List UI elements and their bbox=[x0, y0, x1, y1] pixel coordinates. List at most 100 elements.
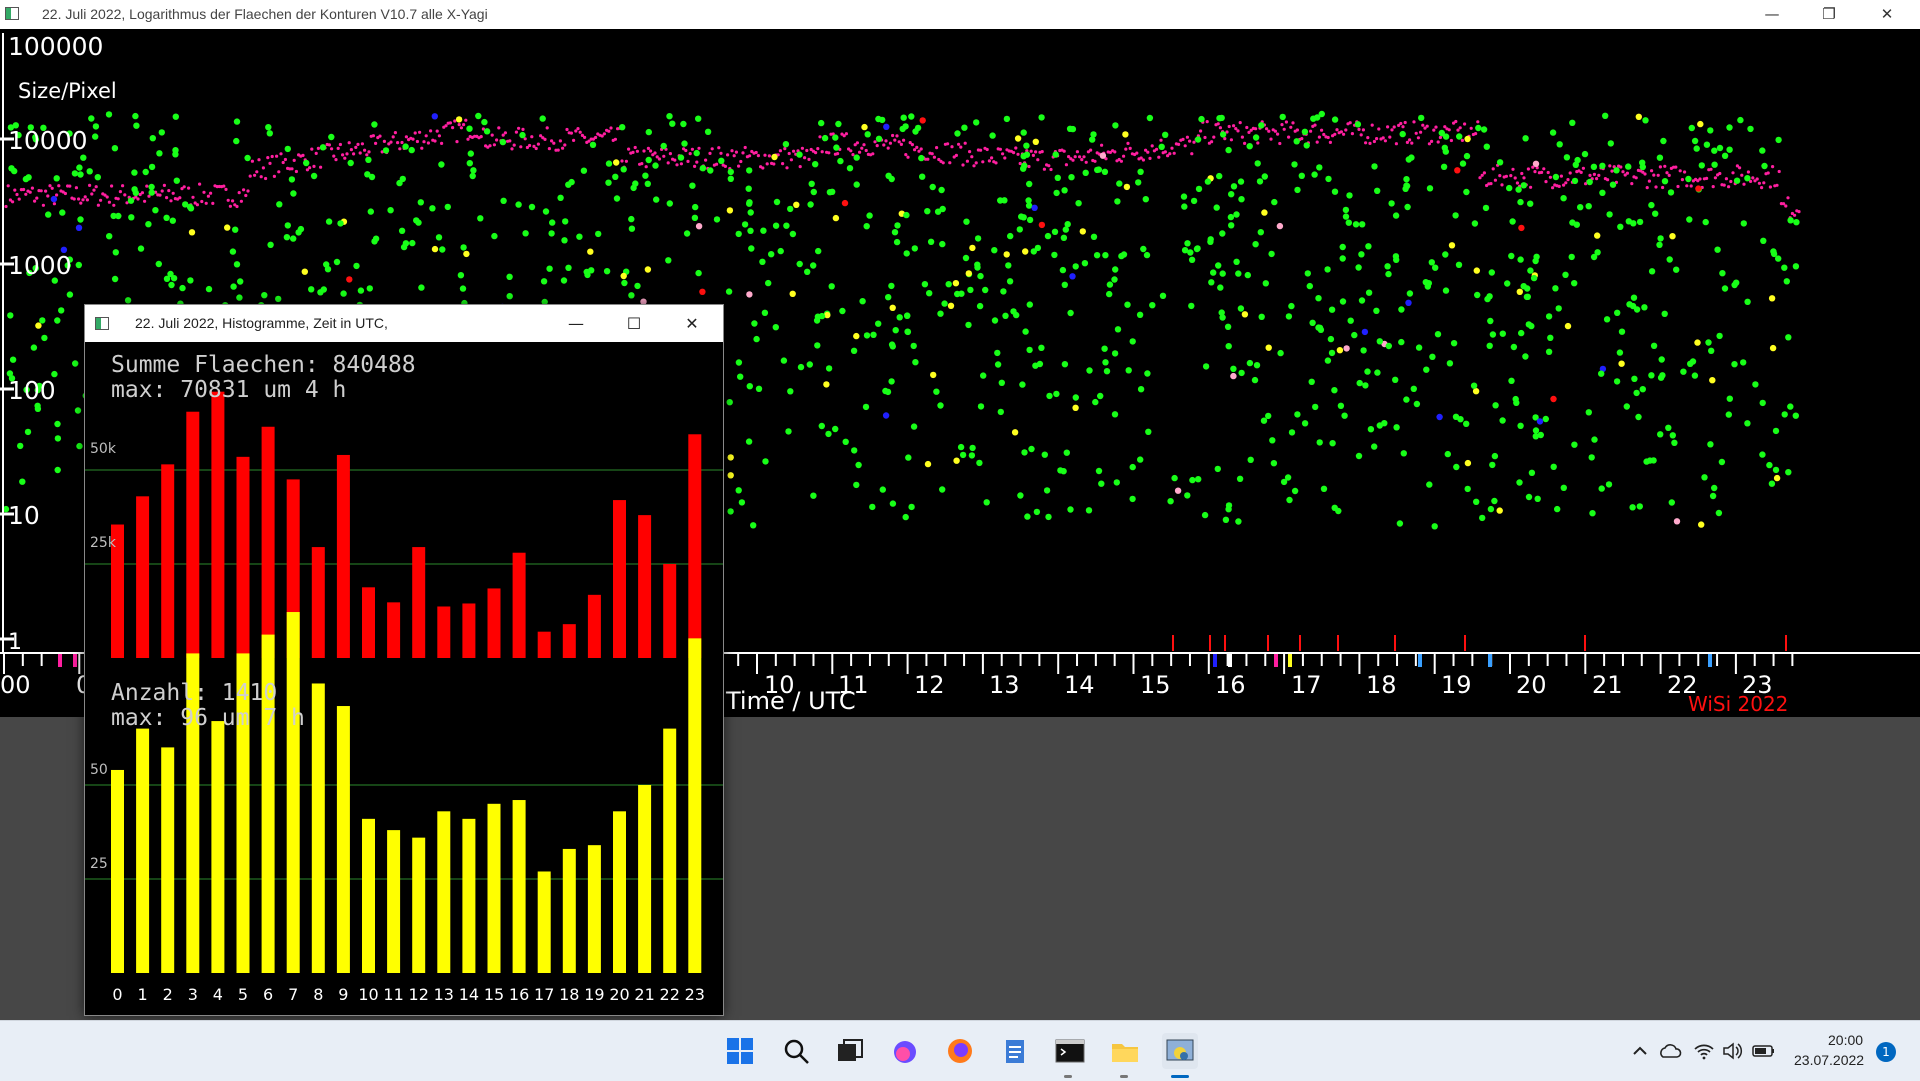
series-point-magenta bbox=[33, 199, 37, 203]
series-point-meteor bbox=[1112, 266, 1119, 273]
series-point-meteor bbox=[783, 222, 790, 229]
series-point-meteor bbox=[1180, 193, 1188, 200]
series-point-magenta bbox=[1559, 174, 1563, 178]
firefox-icon[interactable] bbox=[942, 1033, 978, 1069]
main-window-titlebar[interactable]: 22. Juli 2022, Logarithmus der Flaechen … bbox=[0, 0, 1920, 29]
series-point-magenta bbox=[1645, 186, 1649, 190]
series-point-magenta bbox=[543, 137, 547, 141]
series-point-magenta bbox=[1071, 158, 1075, 162]
series-point-magenta bbox=[1124, 147, 1128, 151]
series-point-meteor bbox=[850, 347, 858, 354]
series-point-meteor bbox=[1707, 127, 1714, 134]
series-point-meteor bbox=[1129, 463, 1136, 471]
series-point-meteor bbox=[953, 457, 960, 464]
series-point-meteor bbox=[1685, 175, 1692, 183]
series-point-magenta bbox=[1348, 121, 1352, 125]
python-app-icon[interactable] bbox=[1162, 1033, 1198, 1069]
series-point-meteor bbox=[1233, 211, 1240, 218]
series-point-meteor bbox=[782, 141, 790, 148]
minimize-button[interactable]: — bbox=[1749, 0, 1795, 29]
series-point-meteor bbox=[1371, 163, 1378, 170]
series-point-meteor bbox=[1405, 156, 1413, 163]
histogram-minimize-button[interactable]: — bbox=[547, 305, 605, 342]
series-point-magenta bbox=[979, 148, 983, 152]
series-point-magenta bbox=[354, 145, 358, 149]
python-active-indicator bbox=[1171, 1075, 1189, 1078]
series-point-magenta bbox=[336, 146, 340, 150]
series-point-magenta bbox=[448, 121, 452, 125]
series-point-meteor bbox=[1033, 508, 1041, 516]
onedrive-cloud-icon[interactable] bbox=[1652, 1033, 1688, 1069]
series-point-meteor bbox=[1043, 487, 1051, 494]
series-point-magenta bbox=[1597, 173, 1601, 177]
battery-icon[interactable] bbox=[1746, 1033, 1782, 1069]
series-point-meteor bbox=[145, 221, 152, 228]
series-point-meteor bbox=[937, 310, 944, 317]
series-point-magenta bbox=[1416, 136, 1420, 140]
series-point-magenta bbox=[1680, 178, 1684, 182]
search-icon[interactable] bbox=[778, 1033, 814, 1069]
series-point-meteor bbox=[1657, 431, 1664, 438]
series-point-magenta bbox=[717, 146, 721, 150]
series-point-meteor bbox=[746, 167, 753, 174]
series-point-magenta bbox=[743, 145, 747, 150]
clock-date[interactable]: 23.07.2022 bbox=[1794, 1052, 1864, 1068]
series-point-magenta bbox=[902, 138, 906, 142]
series-point-magenta bbox=[92, 188, 96, 192]
series-point-meteor bbox=[810, 262, 817, 269]
series-point-magenta bbox=[1427, 142, 1431, 146]
restore-button[interactable]: ❐ bbox=[1806, 0, 1852, 29]
task-view-icon[interactable] bbox=[832, 1033, 868, 1069]
series-point-meteor bbox=[1256, 178, 1264, 185]
histogram-close-button[interactable]: ✕ bbox=[663, 305, 721, 342]
series-point-magenta bbox=[1276, 132, 1280, 136]
series-point-meteor bbox=[1208, 279, 1215, 286]
series-point-meteor bbox=[1442, 251, 1449, 258]
series-point-meteor bbox=[793, 201, 800, 208]
terminal-icon[interactable] bbox=[1052, 1033, 1088, 1069]
series-point-meteor bbox=[833, 144, 840, 151]
series-point-meteor bbox=[1261, 209, 1268, 216]
histogram-maximize-button[interactable]: ☐ bbox=[605, 305, 663, 342]
series-point-meteor bbox=[1656, 241, 1663, 248]
series-point-magenta bbox=[28, 190, 32, 194]
series-point-meteor bbox=[846, 165, 854, 172]
series-point-magenta bbox=[52, 202, 57, 206]
notification-badge[interactable]: 1 bbox=[1876, 1042, 1896, 1062]
series-point-meteor bbox=[1698, 162, 1706, 169]
close-button[interactable]: ✕ bbox=[1864, 0, 1910, 29]
max-count-text: max: 96 um 7 h bbox=[111, 705, 305, 731]
series-point-meteor bbox=[1693, 145, 1700, 152]
clock-time[interactable]: 20:00 bbox=[1828, 1032, 1863, 1048]
series-point-meteor bbox=[1225, 502, 1233, 509]
file-explorer-icon[interactable] bbox=[1107, 1033, 1143, 1069]
series-point-meteor bbox=[912, 359, 919, 366]
series-point-magenta bbox=[965, 159, 970, 163]
series-point-magenta bbox=[1515, 181, 1519, 185]
hour-label: 8 bbox=[313, 985, 323, 1004]
series-point-meteor bbox=[1564, 322, 1572, 330]
histogram-titlebar[interactable]: 22. Juli 2022, Histogramme, Zeit in UTC,… bbox=[85, 305, 723, 342]
series-point-meteor bbox=[1011, 429, 1019, 436]
series-point-meteor bbox=[481, 118, 488, 126]
series-point-meteor bbox=[699, 288, 706, 295]
series-point-magenta bbox=[459, 126, 463, 130]
series-point-meteor bbox=[1769, 344, 1777, 352]
series-point-meteor bbox=[1137, 456, 1144, 463]
series-point-magenta bbox=[349, 148, 353, 152]
series-point-magenta bbox=[827, 151, 831, 155]
series-point-meteor bbox=[888, 175, 895, 183]
series-point-meteor bbox=[1613, 378, 1621, 385]
series-point-magenta bbox=[690, 147, 695, 151]
series-point-meteor bbox=[1423, 366, 1430, 373]
histogram-window[interactable]: 22. Juli 2022, Histogramme, Zeit in UTC,… bbox=[84, 304, 724, 1016]
firefox-nightly-icon[interactable] bbox=[887, 1033, 923, 1069]
series-point-meteor bbox=[1101, 168, 1109, 175]
notepad-icon[interactable] bbox=[997, 1033, 1033, 1069]
series-point-magenta bbox=[1082, 155, 1086, 159]
series-point-magenta bbox=[1265, 127, 1269, 131]
series-point-meteor bbox=[1188, 302, 1195, 310]
series-point-meteor bbox=[1792, 412, 1800, 419]
series-point-meteor bbox=[1783, 278, 1791, 285]
windows-start-icon[interactable] bbox=[722, 1033, 758, 1069]
